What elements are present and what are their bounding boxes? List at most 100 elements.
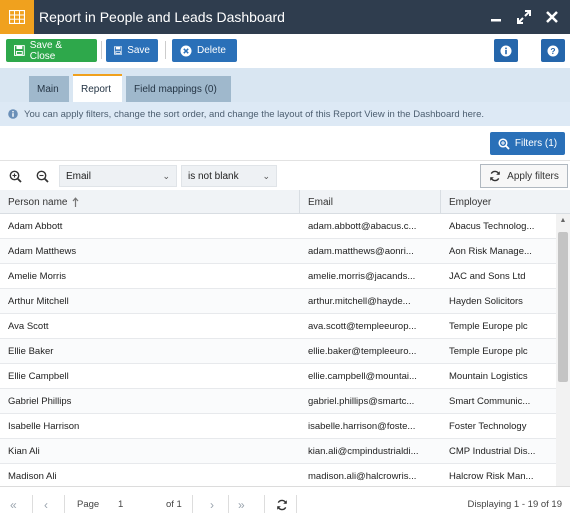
cell-email: madison.ali@halcrowris...: [308, 471, 417, 482]
svg-text:?: ?: [550, 46, 555, 56]
cell-email: amelie.morris@jacands...: [308, 271, 416, 282]
minimize-button[interactable]: [482, 0, 510, 34]
column-header-label: Person name: [8, 196, 68, 208]
page-number-input[interactable]: 1: [118, 487, 123, 521]
save-button[interactable]: Save: [106, 39, 158, 62]
cell-person-name: Madison Ali: [8, 471, 57, 482]
pagination-bar: « ‹ Page 1 of 1 › » Displaying 1 - 19 of…: [0, 486, 570, 521]
delete-button[interactable]: Delete: [172, 39, 237, 62]
table-row[interactable]: Kian Ali kian.ali@cmpindustrialdi... CMP I…: [0, 439, 556, 464]
cell-employer: Temple Europe plc: [449, 346, 528, 357]
zoom-out-icon: [36, 170, 49, 183]
table-row[interactable]: Amelie Morris amelie.morris@jacands... JAC…: [0, 264, 556, 289]
column-header-person-name[interactable]: Person name: [0, 190, 299, 214]
window-title: Report in People and Leads Dashboard: [39, 9, 285, 25]
cell-employer: Smart Communic...: [449, 396, 531, 407]
cell-email: isabelle.harrison@foste...: [308, 421, 416, 432]
window-titlebar: Report in People and Leads Dashboard: [0, 0, 570, 34]
sort-ascending-icon: [73, 196, 79, 207]
info-message-bar: You can apply filters, change the sort o…: [0, 102, 570, 126]
cell-person-name: Adam Abbott: [8, 221, 63, 232]
zoom-out-button[interactable]: [33, 167, 51, 185]
tab-field-mappings[interactable]: Field mappings (0): [126, 76, 231, 102]
table-row[interactable]: Ellie Campbell ellie.campbell@mountai... M…: [0, 364, 556, 389]
save-close-label: Save & Close: [29, 39, 62, 62]
scrollbar-thumb[interactable]: [558, 232, 568, 382]
table-grid-icon: [0, 0, 34, 34]
column-header-employer[interactable]: Employer: [441, 190, 556, 214]
table-row[interactable]: Gabriel Phillips gabriel.phillips@smartc.…: [0, 389, 556, 414]
previous-page-button[interactable]: ‹: [44, 487, 48, 521]
filters-button[interactable]: Filters (1): [490, 132, 565, 155]
filter-row: Email ⌄ is not blank ⌄ Apply filters: [0, 160, 570, 190]
table-row[interactable]: Adam Abbott adam.abbott@abacus.c... Abacus…: [0, 214, 556, 239]
refresh-icon: [490, 170, 500, 182]
tab-main-label: Main: [37, 83, 59, 95]
info-button[interactable]: [494, 39, 518, 62]
column-header-email[interactable]: Email: [300, 190, 440, 214]
cell-person-name: Ava Scott: [8, 321, 49, 332]
first-page-button[interactable]: «: [10, 487, 17, 521]
zoom-in-button[interactable]: [6, 167, 24, 185]
chevron-right-icon: ›: [210, 497, 214, 512]
table-row[interactable]: Ava Scott ava.scott@templeeurop... Temple …: [0, 314, 556, 339]
filter-search-icon: [498, 137, 510, 150]
cell-email: gabriel.phillips@smartc...: [308, 396, 415, 407]
refresh-button[interactable]: [276, 487, 288, 521]
cell-person-name: Ellie Baker: [8, 346, 54, 357]
apply-filters-button[interactable]: Apply filters: [480, 164, 568, 188]
table-row[interactable]: Isabelle Harrison isabelle.harrison@foste…: [0, 414, 556, 439]
refresh-icon: [277, 499, 287, 510]
cell-employer: JAC and Sons Ltd: [449, 271, 526, 282]
last-page-button[interactable]: »: [238, 487, 245, 521]
column-header-label: Employer: [449, 196, 492, 208]
table-row[interactable]: Adam Matthews adam.matthews@aonri... Aon R…: [0, 239, 556, 264]
cell-person-name: Adam Matthews: [8, 246, 77, 257]
cell-person-name: Isabelle Harrison: [8, 421, 80, 432]
close-window-button[interactable]: [538, 0, 566, 34]
tab-field-mappings-label: Field mappings (0): [134, 83, 217, 95]
cell-employer: Aon Risk Manage...: [449, 246, 532, 257]
tab-report[interactable]: Report: [73, 74, 122, 102]
help-icon: ?: [547, 45, 559, 56]
cell-email: adam.matthews@aonri...: [308, 246, 414, 257]
grid-scrollbar[interactable]: ▲: [556, 214, 570, 486]
column-header-label: Email: [308, 196, 334, 208]
maximize-button[interactable]: [510, 0, 538, 34]
zoom-in-icon: [9, 170, 22, 183]
save-close-button[interactable]: Save & Close: [6, 39, 97, 62]
cell-person-name: Gabriel Phillips: [8, 396, 72, 407]
chevron-left-icon: ‹: [44, 497, 48, 512]
cell-person-name: Ellie Campbell: [8, 371, 69, 382]
cell-employer: Halcrow Risk Man...: [449, 471, 534, 482]
cell-email: ava.scott@templeeurop...: [308, 321, 417, 332]
delete-label: Delete: [197, 45, 226, 56]
cell-person-name: Arthur Mitchell: [8, 296, 69, 307]
filter-operator-select[interactable]: is not blank ⌄: [181, 165, 277, 187]
table-row[interactable]: Madison Ali madison.ali@halcrowris... Halc…: [0, 464, 556, 486]
table-row[interactable]: Ellie Baker ellie.baker@templeeuro... Temp…: [0, 339, 556, 364]
table-row[interactable]: Arthur Mitchell arthur.mitchell@hayde... H…: [0, 289, 556, 314]
cell-employer: Mountain Logistics: [449, 371, 528, 382]
floppy-disk-icon: [14, 45, 25, 56]
cell-employer: Temple Europe plc: [449, 321, 528, 332]
chevron-down-icon: ⌄: [262, 171, 270, 181]
cell-email: arthur.mitchell@hayde...: [308, 296, 411, 307]
displaying-count: Displaying 1 - 19 of 19: [467, 499, 562, 510]
tab-main[interactable]: Main: [29, 76, 69, 102]
cell-person-name: Amelie Morris: [8, 271, 67, 282]
help-button[interactable]: ?: [541, 39, 565, 62]
next-page-button[interactable]: ›: [210, 487, 214, 521]
cell-email: adam.abbott@abacus.c...: [308, 221, 417, 232]
page-label: Page: [77, 499, 100, 510]
filters-button-label: Filters (1): [514, 138, 558, 149]
double-chevron-left-icon: «: [10, 497, 17, 512]
scroll-up-arrow-icon[interactable]: ▲: [556, 214, 570, 226]
cell-employer: Foster Technology: [449, 421, 527, 432]
filter-field-select[interactable]: Email ⌄: [59, 165, 177, 187]
cell-employer: Abacus Technolog...: [449, 221, 535, 232]
info-icon: [500, 45, 512, 56]
double-chevron-right-icon: »: [238, 497, 245, 512]
cell-email: ellie.campbell@mountai...: [308, 371, 417, 382]
grid-header: Person name Email Employer: [0, 190, 570, 214]
